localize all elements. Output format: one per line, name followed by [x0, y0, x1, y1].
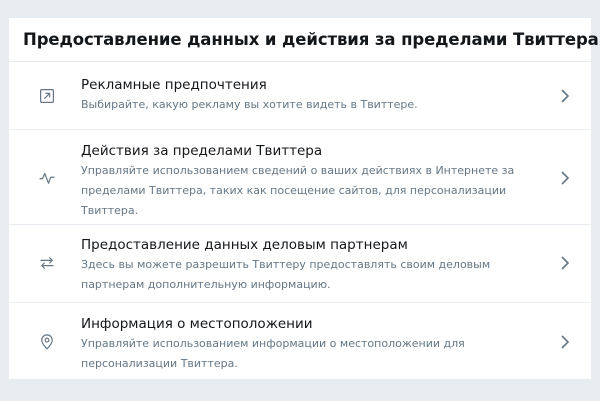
- chevron-right-icon: [559, 334, 571, 350]
- external-link-icon: [37, 86, 57, 106]
- settings-item-description: Выбирайте, какую рекламу вы хотите видет…: [81, 98, 418, 111]
- settings-panel: Предоставление данных и действия за пред…: [9, 18, 599, 379]
- settings-item-data-sharing-partners[interactable]: Предоставление данных деловым партнерам …: [9, 225, 591, 303]
- swap-arrows-icon: [37, 253, 57, 273]
- settings-item-location-info[interactable]: Информация о местоположении Управляйте и…: [9, 303, 591, 379]
- location-pin-icon: [37, 332, 57, 352]
- chevron-right-icon: [559, 255, 571, 271]
- settings-item-description: Управляйте использованием сведений о ваш…: [81, 164, 515, 217]
- settings-item-description: Управляйте использованием информации о м…: [81, 337, 465, 370]
- settings-item-description: Здесь вы можете разрешить Твиттеру предо…: [81, 258, 491, 291]
- section-header: Предоставление данных и действия за пред…: [9, 18, 599, 62]
- settings-item-title: Предоставление данных деловым партнерам: [81, 237, 408, 253]
- chevron-right-icon: [559, 170, 571, 186]
- activity-icon: [37, 168, 57, 188]
- section-title: Предоставление данных и действия за пред…: [23, 30, 599, 49]
- settings-item-title: Рекламные предпочтения: [81, 77, 267, 93]
- settings-item-title: Информация о местоположении: [81, 316, 313, 332]
- chevron-right-icon: [559, 88, 571, 104]
- settings-item-title: Действия за пределами Твиттера: [81, 143, 323, 159]
- settings-item-off-twitter-activity[interactable]: Действия за пределами Твиттера Управляйт…: [9, 130, 591, 225]
- settings-item-ad-preferences[interactable]: Рекламные предпочтения Выбирайте, какую …: [9, 62, 591, 130]
